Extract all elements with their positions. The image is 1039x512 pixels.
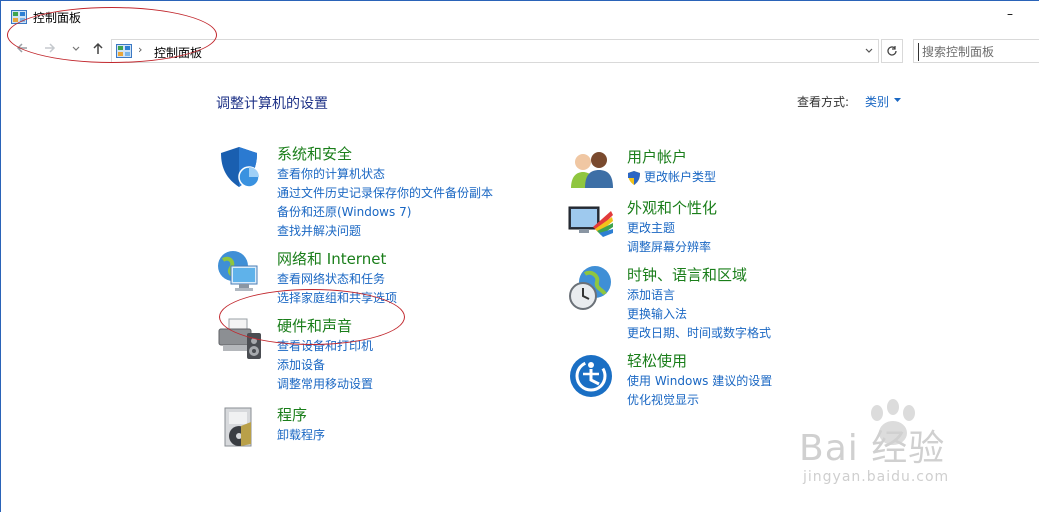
minimize-button[interactable]: – xyxy=(998,7,1022,27)
link-screen-resolution[interactable]: 调整屏幕分辨率 xyxy=(627,238,711,257)
address-bar[interactable]: › 控制面板 xyxy=(111,39,879,63)
annotation-ellipse-title xyxy=(7,7,217,63)
category-title[interactable]: 轻松使用 xyxy=(627,350,687,371)
programs-disc-icon xyxy=(224,407,252,447)
category-links: 查看设备和打印机 添加设备 调整常用移动设置 xyxy=(277,337,373,394)
link-view-computer-status[interactable]: 查看你的计算机状态 xyxy=(277,165,493,184)
link-change-input-method[interactable]: 更换输入法 xyxy=(627,305,771,324)
category-title[interactable]: 时钟、语言和区域 xyxy=(627,264,747,285)
category-title[interactable]: 系统和安全 xyxy=(277,143,352,164)
category-links: 卸载程序 xyxy=(277,426,325,445)
view-by-dropdown[interactable]: 类别 xyxy=(865,93,889,110)
link-add-language[interactable]: 添加语言 xyxy=(627,286,771,305)
address-dropdown-button[interactable] xyxy=(864,43,874,60)
category-links: 添加语言 更换输入法 更改日期、时间或数字格式 xyxy=(627,286,771,343)
link-backup-restore[interactable]: 备份和还原(Windows 7) xyxy=(277,203,493,222)
category-links: 更改帐户类型 xyxy=(627,168,716,187)
link-troubleshoot[interactable]: 查找并解决问题 xyxy=(277,222,493,241)
ease-of-access-icon xyxy=(570,355,612,397)
network-globe-icon xyxy=(218,251,258,291)
search-box[interactable] xyxy=(913,39,1039,63)
link-change-account-type[interactable]: 更改帐户类型 xyxy=(627,168,716,187)
shield-icon xyxy=(221,147,260,188)
view-by-label: 查看方式: xyxy=(797,95,850,109)
users-icon xyxy=(571,152,613,188)
category-title[interactable]: 外观和个性化 xyxy=(627,197,717,218)
search-input[interactable] xyxy=(918,43,1036,61)
chevron-down-icon xyxy=(865,48,873,53)
link-recommended-settings[interactable]: 使用 Windows 建议的设置 xyxy=(627,372,772,391)
link-mobility-settings[interactable]: 调整常用移动设置 xyxy=(277,375,373,394)
annotation-ellipse-hardware xyxy=(219,289,405,345)
link-change-theme[interactable]: 更改主题 xyxy=(627,219,711,238)
category-links: 查看你的计算机状态 通过文件历史记录保存你的文件备份副本 备份和还原(Windo… xyxy=(277,165,493,241)
watermark-main-text: Bai 经验 xyxy=(799,428,946,469)
monitor-color-icon xyxy=(568,206,613,237)
triangle-down-icon xyxy=(894,98,901,102)
control-panel-window: 控制面板 – › 控制面板 搜索控制面板 调整计算机的设置 查看方式: 类别 系… xyxy=(0,0,1039,512)
category-title[interactable]: 网络和 Internet xyxy=(277,248,386,269)
watermark-url: jingyan.baidu.com xyxy=(803,469,950,485)
link-optimize-visual-display[interactable]: 优化视觉显示 xyxy=(627,391,772,410)
refresh-button[interactable] xyxy=(881,39,903,63)
link-uninstall-program[interactable]: 卸载程序 xyxy=(277,426,325,445)
category-title[interactable]: 程序 xyxy=(277,404,307,425)
clock-globe-icon xyxy=(569,266,611,310)
link-add-device[interactable]: 添加设备 xyxy=(277,356,373,375)
link-label: 更改帐户类型 xyxy=(644,170,717,184)
link-date-time-format[interactable]: 更改日期、时间或数字格式 xyxy=(627,324,771,343)
view-by-dropdown-icon[interactable] xyxy=(893,93,902,108)
baidu-watermark: Bai 经验 jingyan.baidu.com xyxy=(793,399,1033,495)
page-title: 调整计算机的设置 xyxy=(216,96,328,112)
link-file-history[interactable]: 通过文件历史记录保存你的文件备份副本 xyxy=(277,184,493,203)
category-links: 使用 Windows 建议的设置 优化视觉显示 xyxy=(627,372,772,410)
category-title[interactable]: 用户帐户 xyxy=(627,146,687,167)
refresh-icon xyxy=(887,46,897,56)
link-network-status[interactable]: 查看网络状态和任务 xyxy=(277,270,397,289)
uac-shield-icon xyxy=(628,171,640,185)
category-links: 更改主题 调整屏幕分辨率 xyxy=(627,219,711,257)
